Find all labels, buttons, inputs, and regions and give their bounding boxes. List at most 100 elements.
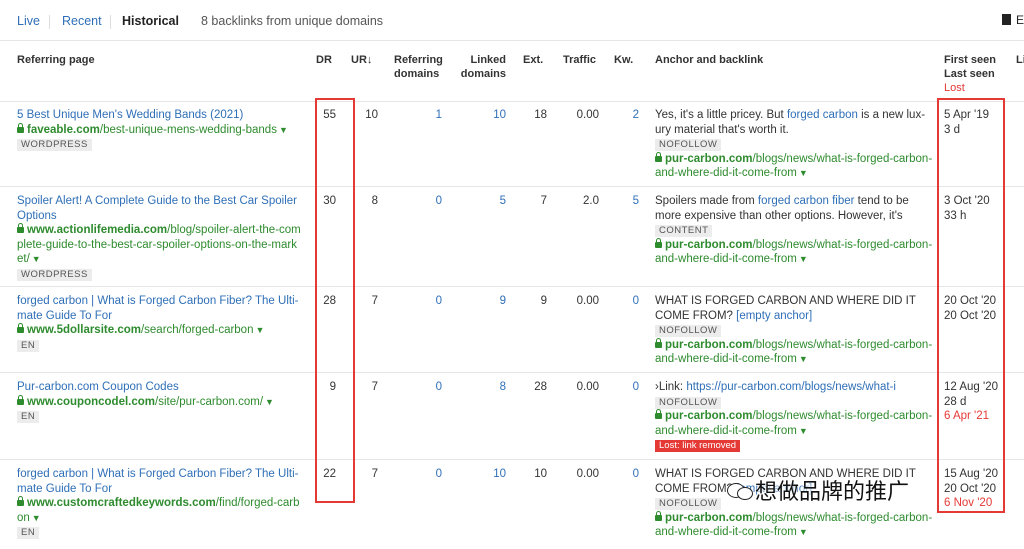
anchor-link[interactable]: https://pur-carbon.com/blogs/news/what-i <box>686 381 896 393</box>
anchor-link[interactable]: forged carbon fiber <box>758 195 855 207</box>
backlink-path[interactable]: /blogs/news/what-is-forged-carbon- <box>753 339 933 351</box>
page-title-link[interactable]: Pur-carbon.com Coupon Codes <box>17 381 179 393</box>
backlink-path[interactable]: and-where-did-it-come-from <box>655 167 797 179</box>
url-path[interactable]: /site/pur-carbon.com/ <box>155 396 263 408</box>
url-path[interactable]: /blog/spoiler-alert-the-com <box>167 224 301 236</box>
chevron-down-icon[interactable]: ▼ <box>32 254 41 264</box>
page-title-link[interactable]: Spoiler Alert! A Complete Guide to the B… <box>17 195 297 207</box>
referring-domains-value[interactable]: 0 <box>402 380 442 395</box>
traffic-value: 0.00 <box>576 468 599 480</box>
url-path[interactable]: plete-guide-to-the-best-car-spoiler-opti… <box>17 239 297 251</box>
col-dr[interactable]: DR <box>316 53 332 67</box>
backlink-domain[interactable]: pur-carbon.com <box>665 153 753 165</box>
linked-domains-value[interactable]: 10 <box>466 108 506 123</box>
chevron-down-icon[interactable]: ▼ <box>799 254 808 264</box>
col-first-last-seen[interactable]: First seen Last seen Lost <box>944 53 996 95</box>
referring-domains-value[interactable]: 1 <box>402 108 442 123</box>
table-row: forged carbon | What is Forged Carbon Fi… <box>0 286 1024 373</box>
col-referring-domains[interactable]: Referring domains <box>394 53 443 81</box>
col-anchor[interactable]: Anchor and backlink <box>655 53 763 67</box>
anchor-link[interactable]: forged carbon <box>787 109 858 121</box>
referring-domains-value[interactable]: 0 <box>402 467 442 482</box>
linked-domains-value[interactable]: 8 <box>466 380 506 395</box>
lock-icon <box>17 394 24 405</box>
backlink-path[interactable]: and-where-did-it-come-from <box>655 526 797 538</box>
linked-domains-value[interactable]: 10 <box>466 467 506 482</box>
kw-value[interactable]: 2 <box>599 108 639 123</box>
url-domain[interactable]: www.actionlifemedia.com <box>27 224 167 236</box>
chevron-down-icon[interactable]: ▼ <box>799 168 808 178</box>
linked-domains-value[interactable]: 9 <box>466 294 506 309</box>
url-path[interactable]: /best-unique-mens-wedding-bands <box>100 124 277 136</box>
chevron-down-icon[interactable]: ▼ <box>265 397 274 407</box>
chevron-down-icon[interactable]: ▼ <box>799 527 808 537</box>
backlink-domain[interactable]: pur-carbon.com <box>665 339 753 351</box>
backlink-path[interactable]: /blogs/news/what-is-forged-carbon- <box>753 239 933 251</box>
kw-value[interactable]: 5 <box>599 194 639 209</box>
backlink-domain[interactable]: pur-carbon.com <box>665 512 753 524</box>
kw-value[interactable]: 0 <box>599 380 639 395</box>
table-row: Pur-carbon.com Coupon Codes www.couponco… <box>0 372 1024 460</box>
col-extra[interactable]: Li <box>1016 53 1024 67</box>
backlink-path[interactable]: /blogs/news/what-is-forged-carbon- <box>753 512 933 524</box>
backlink-domain[interactable]: pur-carbon.com <box>665 410 753 422</box>
backlink-path[interactable]: and-where-did-it-come-from <box>655 425 797 437</box>
col-label-line: First seen <box>944 54 996 66</box>
referring-page-cell: forged carbon | What is Forged Carbon Fi… <box>17 294 307 352</box>
url-domain[interactable]: www.5dollarsite.com <box>27 324 141 336</box>
url-path[interactable]: /search/forged-carbon <box>141 324 254 336</box>
chevron-down-icon[interactable]: ▼ <box>32 513 41 523</box>
page-title-link[interactable]: mate Guide To For <box>17 483 112 495</box>
col-kw[interactable]: Kw. <box>614 53 633 67</box>
linked-domains-value[interactable]: 5 <box>466 194 506 209</box>
url-path[interactable]: et/ <box>17 253 30 265</box>
backlink-domain[interactable]: pur-carbon.com <box>665 239 753 251</box>
backlink-path[interactable]: and-where-did-it-come-from <box>655 353 797 365</box>
tab-recent[interactable]: Recent <box>62 14 102 28</box>
anchor-text: COME FROM? <box>655 309 737 322</box>
backlink-path[interactable]: /blogs/news/what-is-forged-carbon- <box>753 153 933 165</box>
anchor-text: is a new lux- <box>857 109 926 121</box>
chevron-down-icon[interactable]: ▼ <box>799 354 808 364</box>
ext-value: 7 <box>540 195 547 207</box>
chevron-down-icon[interactable]: ▼ <box>799 426 808 436</box>
referring-domains-value[interactable]: 0 <box>402 294 442 309</box>
col-traffic[interactable]: Traffic <box>563 53 596 67</box>
table-row: 5 Best Unique Men's Wedding Bands (2021)… <box>0 100 1024 187</box>
chevron-down-icon[interactable]: ▼ <box>255 325 264 335</box>
anchor-text: Yes, it's a little pricey. But <box>655 109 787 121</box>
col-ur-label: UR <box>351 54 367 66</box>
page-title-link[interactable]: Options <box>17 210 57 222</box>
anchor-link[interactable]: [empty anchor] <box>736 310 812 322</box>
referring-domains-value[interactable]: 0 <box>402 194 442 209</box>
url-domain[interactable]: www.customcraftedkeywords.com <box>27 497 216 509</box>
col-ext[interactable]: Ext. <box>523 53 543 67</box>
page-title-link[interactable]: 5 Best Unique Men's Wedding Bands (2021) <box>17 109 243 121</box>
page-title-link[interactable]: forged carbon | What is Forged Carbon Fi… <box>17 295 298 307</box>
anchor-cell: Spoilers made from forged carbon fiber t… <box>655 194 937 267</box>
url-path[interactable]: /find/forged-carb <box>216 497 300 509</box>
tab-historical[interactable]: Historical <box>122 14 179 28</box>
platform-tag: WORDPRESS <box>17 139 92 151</box>
url-domain[interactable]: www.couponcodel.com <box>27 396 155 408</box>
anchor-text: ›Link: <box>655 381 687 393</box>
chevron-down-icon[interactable]: ▼ <box>279 125 288 135</box>
backlink-path[interactable]: /blogs/news/what-is-forged-carbon- <box>753 410 933 422</box>
page-title-link[interactable]: mate Guide To For <box>17 310 112 322</box>
anchor-text: more expensive than other options. Howev… <box>655 209 903 222</box>
col-referring-page[interactable]: Referring page <box>17 53 95 67</box>
col-label-line: domains <box>394 68 440 80</box>
watermark-text: 想做品牌的推广 <box>755 479 910 504</box>
url-domain[interactable]: faveable.com <box>27 124 100 136</box>
url-path[interactable]: on <box>17 512 30 524</box>
col-linked-domains[interactable]: Linked domains <box>458 53 506 81</box>
page-title-link[interactable]: forged carbon | What is Forged Carbon Fi… <box>17 468 298 480</box>
kw-value[interactable]: 0 <box>599 294 639 309</box>
export-button[interactable]: E <box>1001 13 1024 27</box>
ext-value: 10 <box>534 468 547 480</box>
col-ur[interactable]: UR↓ <box>351 53 372 67</box>
tab-live[interactable]: Live <box>17 14 40 28</box>
anchor-cell: Yes, it's a little pricey. But forged ca… <box>655 108 937 181</box>
backlink-path[interactable]: and-where-did-it-come-from <box>655 253 797 265</box>
kw-value[interactable]: 0 <box>599 467 639 482</box>
